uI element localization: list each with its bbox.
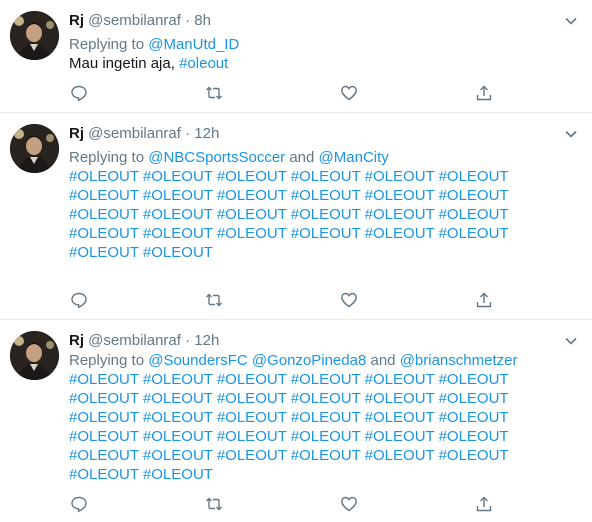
avatar[interactable] bbox=[10, 124, 59, 173]
reply-icon bbox=[71, 496, 87, 513]
share-button[interactable] bbox=[475, 495, 495, 515]
mention-link[interactable]: @brianschmetzer bbox=[400, 352, 518, 369]
share-icon bbox=[476, 496, 492, 512]
hashtag-line[interactable]: #OLEOUT #OLEOUT #OLEOUT #OLEOUT #OLEOUT … bbox=[69, 167, 572, 186]
like-icon bbox=[341, 496, 357, 512]
like-icon bbox=[341, 85, 357, 101]
replying-to: Replying to @ManUtd_ID bbox=[69, 35, 572, 54]
tweet-actions bbox=[69, 291, 509, 311]
reply-icon bbox=[71, 85, 87, 102]
replying-joiner: and bbox=[370, 352, 396, 369]
hashtag-block: #OLEOUT #OLEOUT #OLEOUT #OLEOUT #OLEOUT … bbox=[69, 370, 572, 484]
tweet[interactable]: Rj @sembilanraf · 12h Replying to @Sound… bbox=[0, 320, 592, 522]
separator: · bbox=[185, 332, 191, 349]
replying-prefix: Replying to bbox=[69, 352, 145, 369]
like-button[interactable] bbox=[340, 84, 360, 104]
hashtag-line[interactable]: #OLEOUT #OLEOUT #OLEOUT #OLEOUT #OLEOUT … bbox=[69, 408, 572, 427]
avatar[interactable] bbox=[10, 331, 59, 380]
hashtag-link[interactable]: #oleout bbox=[179, 55, 228, 72]
tweet-header: Rj @sembilanraf · 8h bbox=[69, 12, 211, 30]
mention-link[interactable]: @ManUtd_ID bbox=[148, 36, 239, 53]
mention-link[interactable]: @ManCity bbox=[319, 149, 389, 166]
hashtag-line[interactable]: #OLEOUT #OLEOUT #OLEOUT #OLEOUT #OLEOUT … bbox=[69, 186, 572, 205]
display-name[interactable]: Rj bbox=[69, 125, 84, 142]
retweet-icon bbox=[206, 86, 222, 100]
hashtag-line[interactable]: #OLEOUT #OLEOUT #OLEOUT #OLEOUT #OLEOUT … bbox=[69, 389, 572, 408]
hashtag-line[interactable]: #OLEOUT #OLEOUT #OLEOUT #OLEOUT #OLEOUT … bbox=[69, 205, 572, 224]
replying-to: Replying to @SoundersFC @GonzoPineda8 an… bbox=[69, 351, 572, 370]
tweet-body: Replying to @ManUtd_ID Mau ingetin aja, … bbox=[69, 35, 572, 73]
hashtag-line[interactable]: #OLEOUT #OLEOUT bbox=[69, 243, 572, 262]
chevron-down-icon[interactable] bbox=[564, 334, 578, 348]
chevron-down-icon[interactable] bbox=[564, 127, 578, 141]
reply-button[interactable] bbox=[70, 84, 90, 104]
user-handle[interactable]: @sembilanraf bbox=[88, 332, 181, 349]
tweet-actions bbox=[69, 495, 509, 515]
tweet[interactable]: Rj @sembilanraf · 8h Replying to @ManUtd… bbox=[0, 0, 592, 113]
share-icon bbox=[476, 292, 492, 308]
hashtag-line[interactable]: #OLEOUT #OLEOUT bbox=[69, 465, 572, 484]
timestamp[interactable]: 8h bbox=[194, 12, 211, 29]
tweet-body: Replying to @NBCSportsSoccer and @ManCit… bbox=[69, 148, 572, 262]
tweet[interactable]: Rj @sembilanraf · 12h Replying to @NBCSp… bbox=[0, 113, 592, 320]
separator: · bbox=[185, 12, 191, 29]
retweet-button[interactable] bbox=[205, 84, 225, 104]
display-name[interactable]: Rj bbox=[69, 332, 84, 349]
tweet-header: Rj @sembilanraf · 12h bbox=[69, 332, 219, 350]
tweet-body: Replying to @SoundersFC @GonzoPineda8 an… bbox=[69, 351, 572, 484]
avatar[interactable] bbox=[10, 11, 59, 60]
retweet-button[interactable] bbox=[205, 291, 225, 311]
hashtag-line[interactable]: #OLEOUT #OLEOUT #OLEOUT #OLEOUT #OLEOUT … bbox=[69, 446, 572, 465]
hashtag-line[interactable]: #OLEOUT #OLEOUT #OLEOUT #OLEOUT #OLEOUT … bbox=[69, 427, 572, 446]
like-icon bbox=[341, 292, 357, 308]
replying-prefix: Replying to bbox=[69, 149, 145, 166]
replying-to: Replying to @NBCSportsSoccer and @ManCit… bbox=[69, 148, 572, 167]
timestamp[interactable]: 12h bbox=[194, 125, 219, 142]
retweet-icon bbox=[206, 497, 222, 511]
tweet-text: Mau ingetin aja, bbox=[69, 55, 175, 72]
hashtag-line[interactable]: #OLEOUT #OLEOUT #OLEOUT #OLEOUT #OLEOUT … bbox=[69, 370, 572, 389]
reply-button[interactable] bbox=[70, 291, 90, 311]
retweet-button[interactable] bbox=[205, 495, 225, 515]
mention-link[interactable]: @GonzoPineda8 bbox=[252, 352, 366, 369]
user-handle[interactable]: @sembilanraf bbox=[88, 12, 181, 29]
tweet-actions bbox=[69, 84, 509, 104]
mention-link[interactable]: @NBCSportsSoccer bbox=[148, 149, 285, 166]
reply-icon bbox=[71, 292, 87, 309]
hashtag-block: #OLEOUT #OLEOUT #OLEOUT #OLEOUT #OLEOUT … bbox=[69, 167, 572, 262]
replying-prefix: Replying to bbox=[69, 36, 145, 53]
retweet-icon bbox=[206, 293, 222, 307]
share-button[interactable] bbox=[475, 291, 495, 311]
user-handle[interactable]: @sembilanraf bbox=[88, 125, 181, 142]
like-button[interactable] bbox=[340, 495, 360, 515]
separator: · bbox=[185, 125, 191, 142]
mention-link[interactable]: @SoundersFC bbox=[148, 352, 247, 369]
like-button[interactable] bbox=[340, 291, 360, 311]
replying-joiner: and bbox=[289, 149, 315, 166]
tweet-header: Rj @sembilanraf · 12h bbox=[69, 125, 219, 143]
display-name[interactable]: Rj bbox=[69, 12, 84, 29]
reply-button[interactable] bbox=[70, 495, 90, 515]
chevron-down-icon[interactable] bbox=[564, 14, 578, 28]
share-icon bbox=[476, 85, 492, 101]
timestamp[interactable]: 12h bbox=[194, 332, 219, 349]
share-button[interactable] bbox=[475, 84, 495, 104]
hashtag-line[interactable]: #OLEOUT #OLEOUT #OLEOUT #OLEOUT #OLEOUT … bbox=[69, 224, 572, 243]
